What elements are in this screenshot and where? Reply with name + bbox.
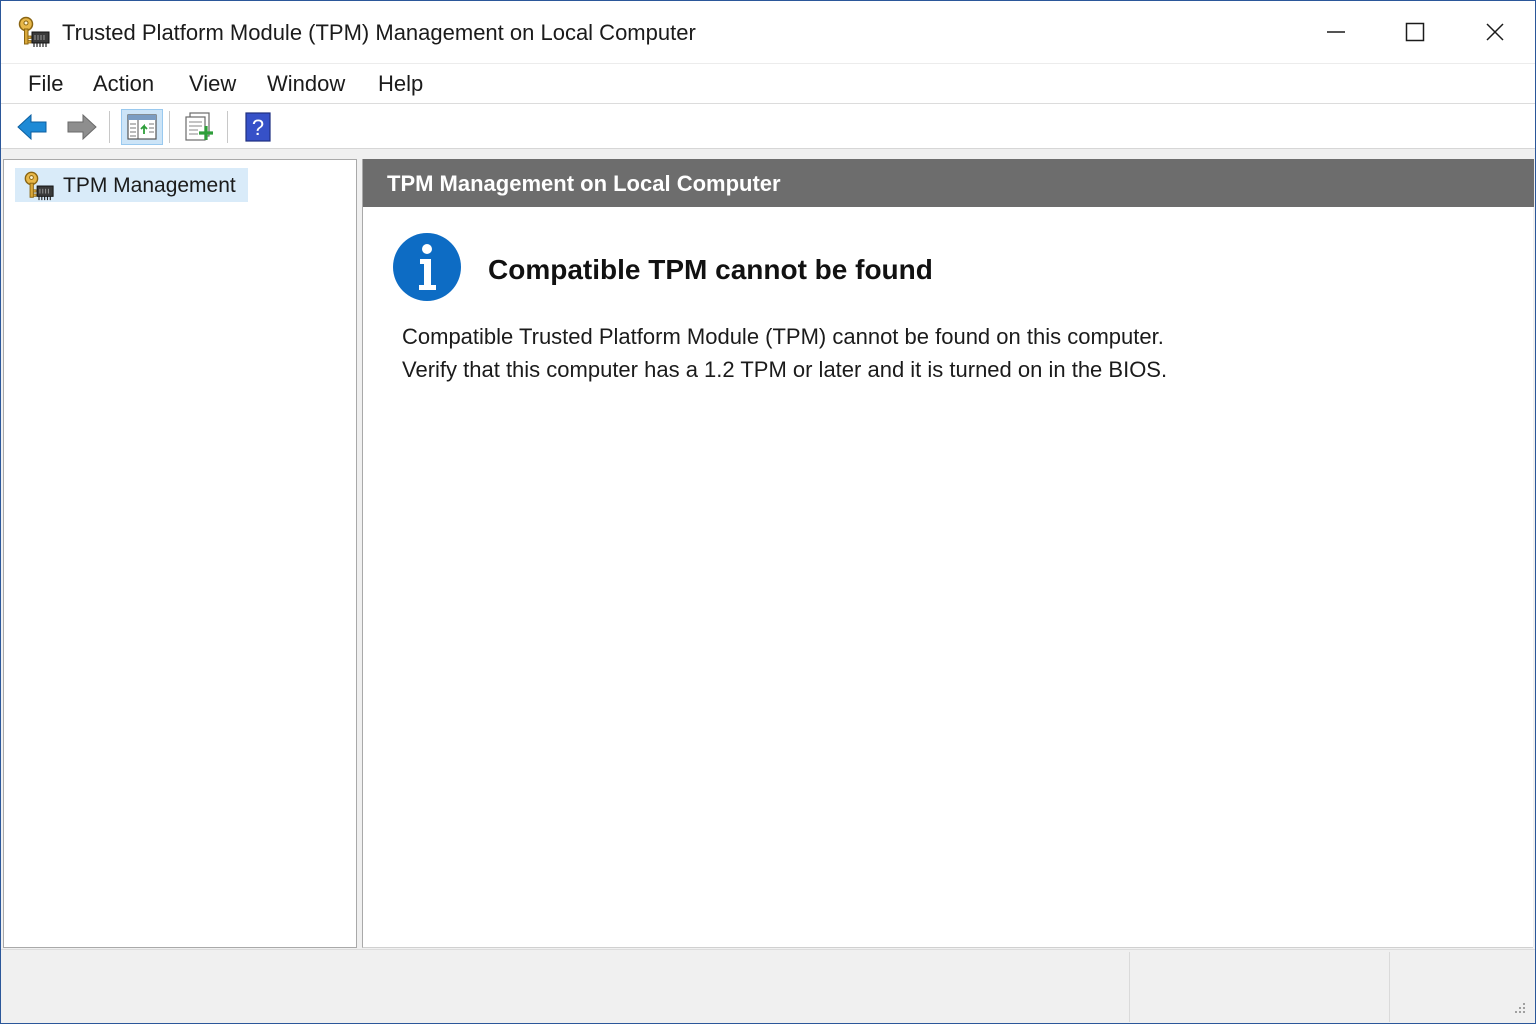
back-button[interactable] [11,109,53,145]
mmc-window: Trusted Platform Module (TPM) Management… [0,0,1536,1024]
tpm-key-chip-icon [18,16,50,47]
close-button[interactable] [1455,1,1535,63]
console-tree-pane: TPM Management [3,159,357,948]
toolbar-separator [169,111,170,143]
close-icon [1486,23,1504,41]
menu-action[interactable]: Action [93,71,154,97]
minimize-icon [1327,31,1345,33]
window-title: Trusted Platform Module (TPM) Management… [62,20,696,45]
status-bar-separator [1389,952,1390,1022]
status-bar-separator [1129,952,1130,1022]
forward-arrow-icon [67,113,97,141]
result-pane: TPM Management on Local Computer Compati… [362,159,1534,948]
help-button[interactable]: ? [237,109,279,145]
export-list-button[interactable] [179,109,221,145]
export-list-icon [185,112,213,141]
minimize-button[interactable] [1296,1,1376,63]
message-heading: Compatible TPM cannot be found [488,254,933,285]
toolbar-separator [109,111,110,143]
tree-item-label: TPM Management [63,174,236,197]
result-pane-title: TPM Management on Local Computer [387,171,781,196]
back-arrow-icon [17,113,47,141]
help-icon: ? [245,112,271,142]
show-hide-console-tree-icon [127,114,157,140]
maximize-icon [1405,22,1425,42]
resize-grip-icon[interactable] [1509,997,1527,1015]
message-text-line-2: Verify that this computer has a 1.2 TPM … [402,357,1168,382]
toolbar: ? [1,105,1535,149]
menu-bar: File Action View Window Help [1,63,1535,104]
toolbar-separator [227,111,228,143]
info-icon [393,233,461,301]
maximize-button[interactable] [1375,1,1455,63]
tree-item-tpm-management[interactable]: TPM Management [15,168,248,202]
forward-button[interactable] [61,109,103,145]
svg-text:?: ? [252,115,264,140]
tpm-key-chip-icon [24,171,54,201]
menu-help[interactable]: Help [378,71,423,97]
show-hide-console-tree-button[interactable] [121,109,163,145]
status-bar [1,949,1535,1023]
menu-view[interactable]: View [189,71,236,97]
menu-file[interactable]: File [28,71,63,97]
result-pane-header: TPM Management on Local Computer [363,159,1534,207]
menu-window[interactable]: Window [267,71,345,97]
message-text-line-1: Compatible Trusted Platform Module (TPM)… [402,324,1164,349]
title-bar[interactable]: Trusted Platform Module (TPM) Management… [1,1,1535,63]
